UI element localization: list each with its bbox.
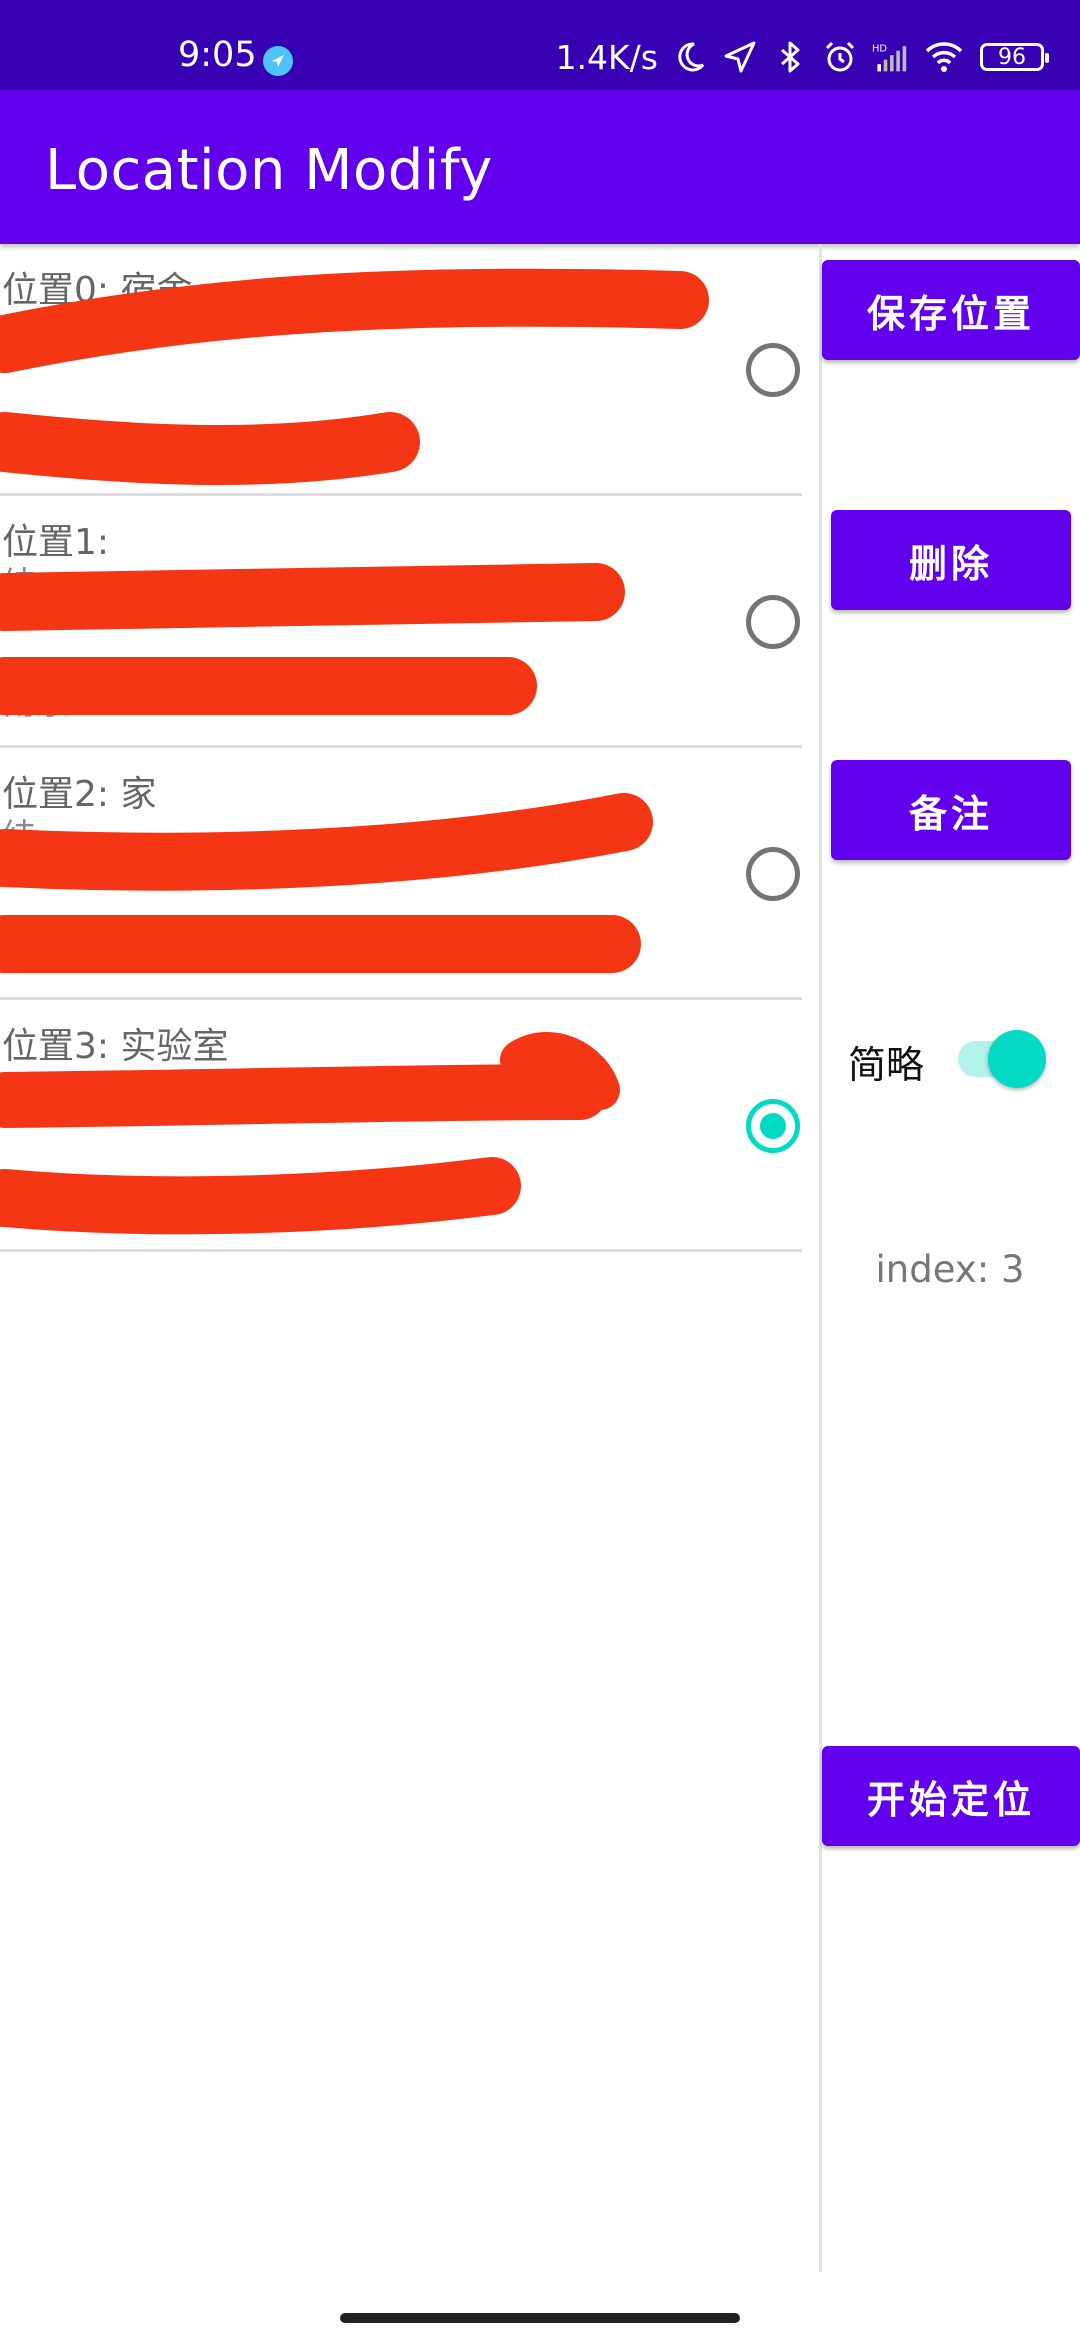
brief-toggle-label: 简略 bbox=[848, 1043, 925, 1087]
bluetooth-icon bbox=[781, 41, 800, 73]
battery-icon: 96 bbox=[980, 43, 1049, 71]
battery-level: 96 bbox=[998, 44, 1026, 70]
list-item[interactable]: 位置2: 家 纬 bbox=[0, 748, 802, 1000]
network-speed: 1.4K/s bbox=[555, 37, 658, 77]
location-radio[interactable] bbox=[746, 847, 800, 901]
note-button[interactable]: 备注 bbox=[831, 760, 1071, 860]
navigation-handle[interactable] bbox=[340, 2313, 740, 2323]
app-bar: Location Modify bbox=[0, 90, 1080, 244]
brief-toggle-thumb[interactable] bbox=[988, 1030, 1046, 1088]
app-title: Location Modify bbox=[45, 138, 493, 203]
delete-button[interactable]: 删除 bbox=[831, 510, 1071, 610]
moon-icon bbox=[678, 42, 705, 72]
index-indicator: index: 3 bbox=[875, 1248, 1025, 1291]
location-radio-selected[interactable] bbox=[746, 1099, 800, 1153]
hd-signal-icon: HD bbox=[872, 44, 907, 72]
navigation-icon bbox=[724, 41, 756, 73]
redaction-mark bbox=[0, 563, 625, 715]
location-radio[interactable] bbox=[746, 343, 800, 397]
redaction-mark bbox=[0, 268, 709, 485]
status-bar: 9:05 1.4K/s HD 96 bbox=[0, 0, 1080, 90]
list-item[interactable]: 位置1: 纬 南京 bbox=[0, 496, 802, 748]
location-radio[interactable] bbox=[746, 595, 800, 649]
location-list: 位置0: 宿舍 纬 位置1: 纬 南京 位置2: 家 纬 位置3: 实验室 bbox=[0, 244, 802, 1252]
list-item[interactable]: 位置0: 宿舍 纬 bbox=[0, 244, 802, 496]
status-time: 9:05 bbox=[178, 35, 257, 75]
start-location-button[interactable]: 开始定位 bbox=[822, 1746, 1080, 1846]
list-item[interactable]: 位置3: 实验室 bbox=[0, 1000, 802, 1252]
save-location-button[interactable]: 保存位置 bbox=[822, 260, 1080, 360]
svg-text:HD: HD bbox=[872, 44, 887, 55]
location-badge-icon bbox=[263, 46, 293, 76]
status-icons: 1.4K/s HD 96 bbox=[555, 37, 1049, 77]
alarm-icon bbox=[825, 41, 855, 72]
redaction-mark bbox=[0, 1032, 620, 1235]
redaction-mark bbox=[0, 793, 653, 973]
wifi-icon bbox=[925, 42, 963, 72]
